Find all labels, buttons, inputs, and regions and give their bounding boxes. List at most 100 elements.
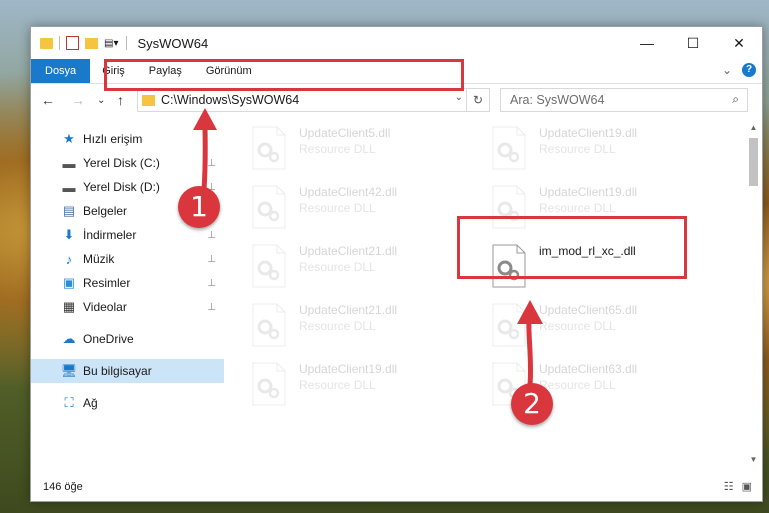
file-type: Resource DLL bbox=[539, 201, 616, 215]
large-icons-view-icon[interactable]: ▣ bbox=[742, 480, 752, 493]
sidebar-item-label: Yerel Disk (C:) bbox=[83, 156, 160, 170]
file-name: UpdateClient21.dll bbox=[299, 303, 398, 317]
quick-access-toolbar: ▤▾ bbox=[31, 36, 118, 50]
sidebar-item-label: Videolar bbox=[83, 300, 127, 314]
search-placeholder[interactable]: Ara: SysWOW64 bbox=[510, 93, 604, 107]
drive-icon: ▬ bbox=[62, 155, 76, 171]
file-type: Resource DLL bbox=[299, 260, 376, 274]
close-button[interactable]: ✕ bbox=[716, 27, 762, 59]
dll-file-icon bbox=[252, 126, 286, 170]
file-name: UpdateClient5.dll bbox=[299, 126, 391, 140]
expand-ribbon-icon[interactable]: ⌄ bbox=[722, 63, 732, 77]
download-icon: ⬇ bbox=[63, 227, 75, 242]
dll-file-icon bbox=[252, 244, 286, 288]
network-icon: ⛶ bbox=[64, 395, 74, 410]
sidebar-item[interactable]: ▬ Yerel Disk (C:) ⊥ bbox=[31, 151, 224, 175]
file-name: UpdateClient65.dll bbox=[539, 303, 638, 317]
dll-file-icon bbox=[252, 303, 286, 347]
item-count: 146 öğe bbox=[43, 481, 83, 493]
file-type: Resource DLL bbox=[299, 142, 376, 156]
address-bar[interactable]: C:\Windows\SysWOW64 ⌄ ↻ bbox=[137, 88, 490, 112]
status-bar: 146 öğe ☷ ▣ bbox=[31, 473, 762, 501]
details-view-icon[interactable]: ☷ bbox=[724, 480, 734, 493]
file-item[interactable]: UpdateClient5.dll Resource DLL bbox=[241, 120, 461, 176]
folder-icon bbox=[142, 94, 155, 106]
computer-icon: 🖥 bbox=[60, 363, 78, 378]
file-name: UpdateClient42.dll bbox=[299, 185, 398, 199]
refresh-button[interactable]: ↻ bbox=[466, 89, 489, 111]
pin-icon[interactable]: ⊥ bbox=[207, 158, 216, 169]
new-folder-icon[interactable] bbox=[85, 37, 98, 49]
file-type: Resource DLL bbox=[539, 378, 616, 392]
file-item[interactable]: UpdateClient21.dll Resource DLL bbox=[241, 297, 461, 353]
file-type: Resource DLL bbox=[299, 378, 376, 392]
up-button[interactable]: ↑ bbox=[117, 92, 124, 108]
scroll-down-icon[interactable]: ▼ bbox=[745, 452, 762, 468]
search-box[interactable]: Ara: SysWOW64 ⌕ bbox=[500, 88, 748, 112]
file-highlight-box bbox=[457, 216, 687, 279]
dll-file-icon bbox=[252, 185, 286, 229]
scroll-thumb[interactable] bbox=[749, 138, 758, 186]
address-highlight-box bbox=[104, 59, 464, 91]
pin-icon[interactable]: ⊥ bbox=[207, 278, 216, 289]
scroll-up-icon[interactable]: ▲ bbox=[745, 120, 762, 136]
file-item[interactable]: UpdateClient42.dll Resource DLL bbox=[241, 179, 461, 235]
file-item[interactable]: UpdateClient19.dll Resource DLL bbox=[481, 120, 701, 176]
divider bbox=[126, 36, 128, 50]
pin-icon[interactable]: ⊥ bbox=[207, 254, 216, 265]
dll-file-icon bbox=[252, 362, 286, 406]
sidebar-item[interactable]: 🖥 Bu bilgisayar bbox=[31, 359, 224, 383]
file-name: UpdateClient19.dll bbox=[539, 185, 638, 199]
sidebar-item-label: Bu bilgisayar bbox=[83, 364, 152, 378]
address-dropdown-icon[interactable]: ⌄ bbox=[455, 92, 463, 103]
file-item[interactable]: UpdateClient21.dll Resource DLL bbox=[241, 238, 461, 294]
document-icon: ▤ bbox=[62, 203, 76, 218]
music-icon: ♪ bbox=[65, 251, 73, 267]
navigation-pane: ★ Hızlı erişim ▬ Yerel Disk (C:) ⊥ ▬ Yerel Dis… bbox=[31, 120, 226, 468]
file-type: Resource DLL bbox=[299, 319, 376, 333]
divider bbox=[59, 36, 60, 50]
forward-button[interactable]: → bbox=[71, 92, 85, 108]
sidebar-item[interactable]: ☁ OneDrive bbox=[31, 327, 224, 351]
help-icon[interactable]: ? bbox=[742, 63, 756, 77]
maximize-button[interactable]: ☐ bbox=[670, 27, 716, 59]
pin-icon[interactable]: ⊥ bbox=[207, 230, 216, 241]
file-type: Resource DLL bbox=[299, 201, 376, 215]
sidebar-item-label: Ağ bbox=[83, 396, 98, 410]
minimize-button[interactable]: — bbox=[624, 27, 670, 59]
customize-toolbar-icon[interactable]: ▤▾ bbox=[104, 38, 118, 49]
step-2-marker: 2 bbox=[511, 383, 553, 425]
sidebar-item-label: Müzik bbox=[83, 252, 115, 266]
sidebar-item[interactable]: ⛶ Ağ bbox=[31, 391, 224, 415]
file-item[interactable]: UpdateClient19.dll Resource DLL bbox=[241, 356, 461, 412]
file-type: Resource DLL bbox=[539, 319, 616, 333]
pin-icon[interactable]: ⊥ bbox=[207, 302, 216, 313]
sidebar-item-label: Yerel Disk (D:) bbox=[83, 180, 160, 194]
onedrive-icon: ☁ bbox=[62, 331, 76, 346]
address-path[interactable]: C:\Windows\SysWOW64 bbox=[161, 93, 299, 107]
vertical-scrollbar[interactable]: ▲ ▼ bbox=[745, 120, 762, 468]
recent-locations-button[interactable]: ⌄ bbox=[97, 95, 105, 106]
window-title: SysWOW64 bbox=[137, 35, 209, 51]
file-item[interactable]: UpdateClient65.dll Resource DLL bbox=[481, 297, 701, 353]
dll-file-icon bbox=[492, 126, 526, 170]
back-button[interactable]: ← bbox=[41, 92, 55, 108]
tab-file[interactable]: Dosya bbox=[31, 59, 91, 83]
file-list: UpdateClient5.dll Resource DLL UpdateClien… bbox=[241, 120, 741, 468]
folder-icon bbox=[40, 37, 53, 49]
step-1-marker: 1 bbox=[178, 186, 220, 228]
file-name: UpdateClient21.dll bbox=[299, 244, 398, 258]
sidebar-item[interactable]: ★ Hızlı erişim bbox=[31, 127, 224, 151]
star-icon: ★ bbox=[63, 131, 75, 146]
pictures-icon: ▣ bbox=[62, 275, 76, 290]
properties-icon[interactable] bbox=[66, 36, 79, 50]
search-icon[interactable]: ⌕ bbox=[732, 92, 739, 107]
sidebar-item-label: Belgeler bbox=[83, 204, 128, 218]
sidebar-item-label: Hızlı erişim bbox=[83, 132, 143, 146]
drive-icon: ▬ bbox=[62, 179, 76, 195]
dll-file-icon bbox=[492, 303, 526, 347]
sidebar-item[interactable]: ♪ Müzik ⊥ bbox=[31, 247, 224, 271]
sidebar-item[interactable]: ▣ Resimler ⊥ bbox=[31, 271, 224, 295]
sidebar-item[interactable]: ▦ Videolar ⊥ bbox=[31, 295, 224, 319]
sidebar-item-label: Resimler bbox=[83, 276, 131, 290]
